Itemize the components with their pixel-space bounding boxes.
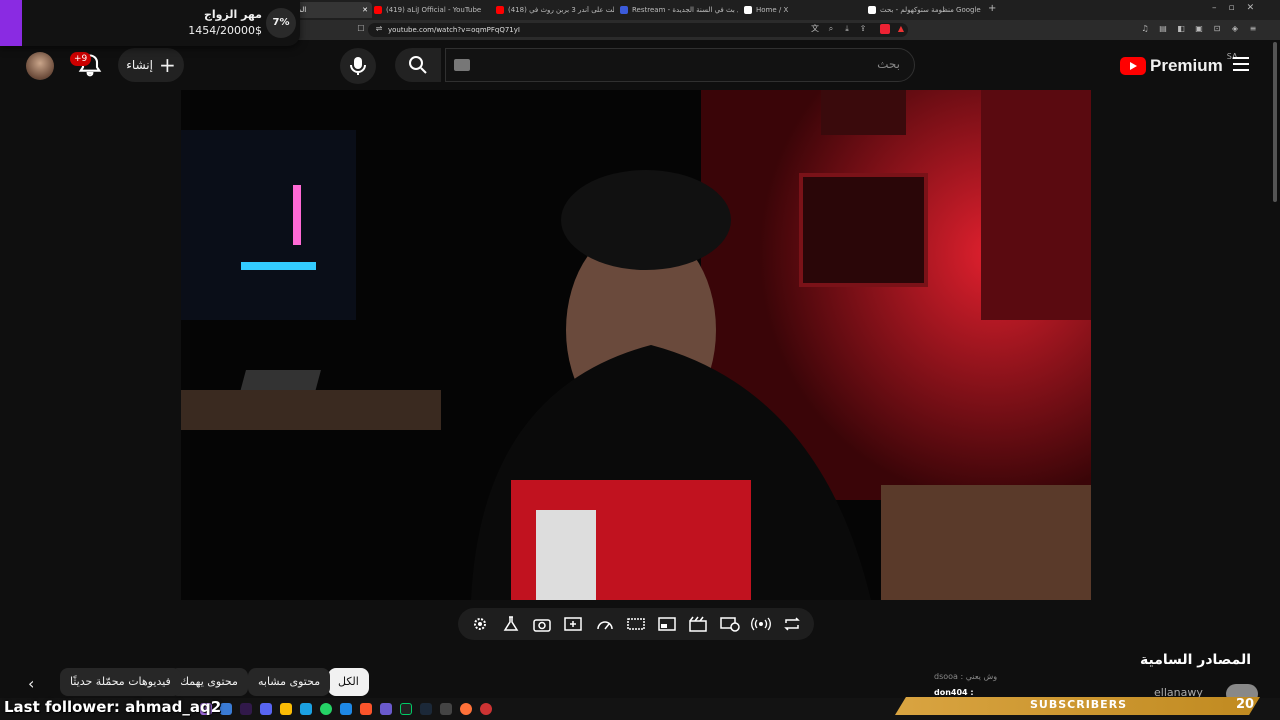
channel-name[interactable]: المصادر السامية [1140, 652, 1251, 668]
whatsapp-icon[interactable] [320, 703, 332, 715]
zoom-icon[interactable]: ⌕ [826, 24, 836, 34]
translate-icon[interactable]: 文 [810, 24, 820, 34]
tab-favicon-icon [744, 6, 752, 14]
app-icon[interactable] [240, 703, 252, 715]
search-placeholder: بحث [877, 57, 900, 71]
donation-progress-bar [0, 0, 22, 46]
filter-chip[interactable]: محتوى مشابه [248, 668, 331, 696]
tab-favicon-icon [868, 6, 876, 14]
media-icon[interactable]: ♫ [1140, 24, 1150, 34]
watch-later-icon[interactable] [720, 614, 740, 634]
donation-percent: 7% [266, 8, 296, 38]
browser-tab[interactable]: Restream - اول بث في السنة الجديدة [620, 2, 738, 18]
donation-goal-widget: مهر الزواج 1454/20000$ 7% [0, 0, 300, 46]
miniplayer-icon[interactable] [657, 614, 677, 634]
voice-search-button[interactable] [340, 48, 376, 84]
tab-title: (419) aLiJ Official - YouTube [386, 6, 482, 14]
camera-icon[interactable] [532, 614, 552, 634]
tab-title: Restream - اول بث في السنة الجديدة [632, 6, 738, 14]
screenshot-icon[interactable]: ⊡ [1212, 24, 1222, 34]
brand-label: Premium [1150, 56, 1223, 75]
new-tab-button[interactable]: + [988, 3, 996, 14]
filter-chip[interactable]: الكل [328, 668, 369, 696]
brave-icon[interactable] [360, 703, 372, 715]
page-scrollbar[interactable] [1273, 42, 1277, 202]
donation-amount: 1454/20000$ [188, 24, 262, 37]
create-label: إنشاء [126, 58, 153, 72]
bookmark-icon[interactable]: ☐ [356, 24, 366, 34]
app-icon[interactable] [300, 703, 312, 715]
notification-badge: +9 [70, 52, 92, 66]
tab-title: منظومة ستوكهولم - بحث Google [880, 6, 981, 14]
browser-tab[interactable]: (418) حصلت على أندر 3 بربن روث في [496, 2, 614, 18]
flask-icon[interactable] [501, 614, 521, 634]
filter-chip[interactable]: فيديوهات محمّلة حديثًا [60, 668, 181, 696]
keyboard-icon[interactable] [454, 59, 470, 71]
video-player[interactable] [181, 90, 1091, 600]
chrome-icon[interactable] [280, 703, 292, 715]
app-icon[interactable] [480, 703, 492, 715]
app-icon[interactable] [400, 703, 412, 715]
search-input[interactable]: بحث [445, 48, 915, 82]
chat-text: dsooa : وش يعني [934, 672, 997, 681]
subscribers-count: 20 [1236, 697, 1255, 712]
tab-title: Home / X [756, 6, 789, 14]
taskbar-app-icons [200, 703, 492, 715]
search-icon [409, 56, 427, 74]
sidebar-icon[interactable]: ◧ [1176, 24, 1186, 34]
loop-icon[interactable] [782, 614, 802, 634]
download-icon[interactable]: ⤓ [842, 24, 852, 34]
browser-menu-icon[interactable]: ≡ [1248, 24, 1258, 34]
tab-favicon-icon [620, 6, 628, 14]
browser-tab[interactable]: Home / X [744, 2, 862, 18]
search-button[interactable] [395, 48, 441, 82]
settings-gear-icon[interactable] [470, 614, 490, 634]
warning-icon[interactable]: ▲ [896, 24, 906, 34]
app-icon[interactable] [440, 703, 452, 715]
tab-close-icon[interactable]: ✕ [362, 6, 368, 14]
youtube-premium-logo[interactable]: Premium SA [1120, 52, 1237, 78]
last-follower-overlay: Last follower: ahmad_aq2 [4, 698, 222, 716]
avatar[interactable] [26, 52, 54, 80]
tab-favicon-icon [496, 6, 504, 14]
app-icon[interactable] [380, 703, 392, 715]
vpn-icon[interactable]: ◈ [1230, 24, 1240, 34]
subscribers-label: SUBSCRIBERS [1030, 698, 1128, 711]
tab-title: (418) حصلت على أندر 3 بربن روث في [508, 6, 614, 14]
app-icon[interactable] [340, 703, 352, 715]
window-controls[interactable]: –▫✕ [1212, 3, 1266, 13]
app-icon[interactable] [260, 703, 272, 715]
tab-favicon-icon [374, 6, 382, 14]
browser-tab[interactable]: (419) aLiJ Official - YouTube [374, 2, 492, 18]
browser-tab[interactable]: منظومة ستوكهولم - بحث Google [868, 2, 986, 18]
live-broadcast-icon[interactable] [751, 614, 771, 634]
share-icon[interactable]: ⇪ [858, 24, 868, 34]
clapper-icon[interactable] [688, 614, 708, 634]
chat-user-1: don404 : [934, 688, 974, 697]
youtube-logo-icon [1120, 57, 1146, 75]
player-extension-controls [458, 608, 814, 640]
hamburger-menu-icon[interactable] [1232, 56, 1250, 72]
filter-chip[interactable]: محتوى يهمك [170, 668, 248, 696]
steam-icon[interactable] [420, 703, 432, 715]
donation-title: مهر الزواج [203, 8, 262, 21]
wallet-icon[interactable]: ▣ [1194, 24, 1204, 34]
video-frame [181, 90, 1091, 600]
reading-icon[interactable]: ▤ [1158, 24, 1168, 34]
speed-gauge-icon[interactable] [595, 614, 615, 634]
create-button[interactable]: إنشاء + [118, 48, 184, 82]
add-frame-icon[interactable] [563, 614, 583, 634]
app-icon[interactable] [220, 703, 232, 715]
firefox-icon[interactable] [460, 703, 472, 715]
microphone-icon [350, 57, 366, 75]
plus-icon: + [158, 53, 176, 77]
extension-icon[interactable] [880, 24, 890, 34]
theater-mode-icon[interactable] [626, 614, 646, 634]
chips-scroll-chevron-icon[interactable]: ‹ [28, 674, 34, 693]
chat-user-2: dsooa : [934, 672, 964, 681]
chat-message-2: وش يعني [965, 672, 998, 681]
site-info-icon[interactable]: ⇌ [374, 24, 384, 34]
url-text: youtube.com/watch?v=oqmPFqQ71yI [388, 26, 520, 34]
